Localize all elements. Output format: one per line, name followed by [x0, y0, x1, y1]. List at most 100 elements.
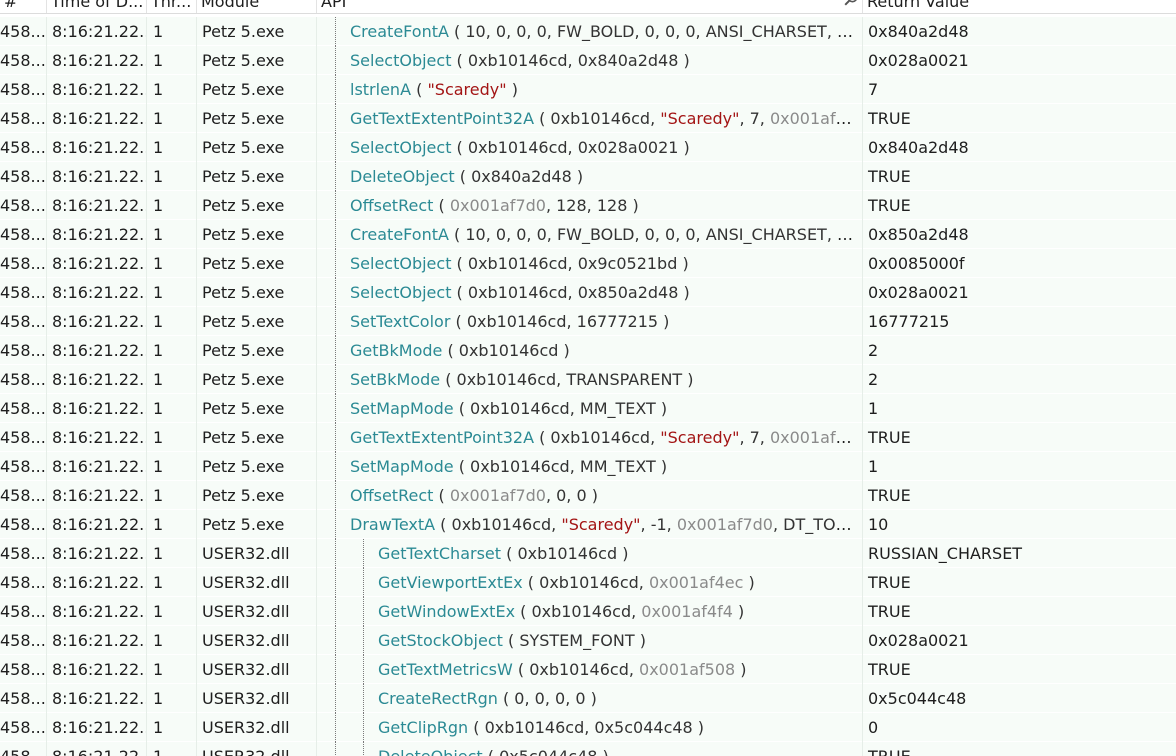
- row-number: 458...: [0, 46, 47, 75]
- column-header-thread[interactable]: Thr...: [147, 0, 197, 13]
- column-header-api[interactable]: API: [317, 0, 863, 13]
- api-call-text: DeleteObject ( 0x5c044c48 ): [378, 742, 856, 756]
- api-function-name[interactable]: GetBkMode: [350, 341, 442, 360]
- row-time: 8:16:21.22...: [47, 452, 147, 481]
- api-address-arg[interactable]: 0x001af780: [770, 428, 856, 447]
- api-function-name[interactable]: SelectObject: [350, 138, 451, 157]
- tree-guide-line: [335, 597, 337, 626]
- row-return-value: 0x028a0021: [868, 631, 969, 650]
- api-address-arg[interactable]: 0x001af7d0: [450, 486, 546, 505]
- api-function-name[interactable]: SetTextColor: [350, 312, 450, 331]
- tree-guide-line: [335, 162, 337, 191]
- api-address-arg[interactable]: 0x001af508: [639, 660, 735, 679]
- api-function-name[interactable]: SelectObject: [350, 283, 451, 302]
- api-call-text: GetTextExtentPoint32A ( 0xb10146cd, "Sca…: [350, 104, 856, 133]
- api-function-name[interactable]: GetViewportExtEx: [378, 573, 523, 592]
- table-row[interactable]: 458... 8:16:21.22... 1 Petz 5.exe SelectObje…: [0, 249, 1176, 278]
- tree-guide-line: [335, 713, 337, 742]
- table-row[interactable]: 458...8:16:21.22...1USER32.dll DeleteObje…: [0, 742, 1176, 756]
- table-row[interactable]: 458... 8:16:21.22... 1 Petz 5.exe GetTextExt…: [0, 104, 1176, 133]
- column-header-time[interactable]: Time of D...: [47, 0, 147, 13]
- tree-guide-line: [363, 742, 365, 756]
- row-number: 458...: [0, 394, 47, 423]
- table-row[interactable]: 458... 8:16:21.22... 1 USER32.dll GetTextMet…: [0, 655, 1176, 684]
- api-function-name[interactable]: OffsetRect: [350, 486, 433, 505]
- table-row[interactable]: 458... 8:16:21.22... 1 USER32.dll CreateRect…: [0, 684, 1176, 713]
- api-function-name[interactable]: GetClipRgn: [378, 718, 468, 737]
- api-function-name[interactable]: GetWindowExtEx: [378, 602, 515, 621]
- api-args: , 128, 128 ): [545, 196, 639, 215]
- api-function-name[interactable]: SetMapMode: [350, 399, 454, 418]
- table-row[interactable]: 458... 8:16:21.22... 1 Petz 5.exe OffsetRect…: [0, 191, 1176, 220]
- api-args: (: [433, 486, 450, 505]
- api-address-arg[interactable]: 0x001af7dc: [770, 109, 856, 128]
- table-row[interactable]: 458... 8:16:21.22... 1 USER32.dll GetViewpor…: [0, 568, 1176, 597]
- column-header-return-value[interactable]: Return Value: [863, 0, 1176, 13]
- row-return-value: 0x028a0021: [868, 283, 969, 302]
- row-thread: 1: [147, 568, 197, 597]
- row-api-call: OffsetRect ( 0x001af7d0, 0, 0 ): [317, 481, 863, 510]
- column-header-module[interactable]: Module: [197, 0, 317, 13]
- api-function-name[interactable]: SelectObject: [350, 51, 451, 70]
- api-function-name[interactable]: GetTextExtentPoint32A: [350, 428, 534, 447]
- api-address-arg[interactable]: 0x001af4ec: [649, 573, 743, 592]
- table-row[interactable]: 458... 8:16:21.22... 1 USER32.dll GetClipRgn…: [0, 713, 1176, 742]
- tree-guide-line: [335, 742, 337, 756]
- table-row[interactable]: 458... 8:16:21.22... 1 Petz 5.exe SetMapMode…: [0, 452, 1176, 481]
- table-row[interactable]: 458... 8:16:21.22... 1 USER32.dll GetWindowE…: [0, 597, 1176, 626]
- table-row[interactable]: 458... 8:16:21.22... 1 USER32.dll GetTextCha…: [0, 539, 1176, 568]
- row-thread: 1: [147, 655, 197, 684]
- api-address-arg[interactable]: 0x001af7d0: [677, 515, 773, 534]
- api-function-name[interactable]: DeleteObject: [350, 167, 455, 186]
- api-args: ( 0xb10146cd,: [534, 109, 661, 128]
- api-function-name[interactable]: SetBkMode: [350, 370, 440, 389]
- api-function-name[interactable]: GetStockObject: [378, 631, 503, 650]
- api-function-name[interactable]: SelectObject: [350, 254, 451, 273]
- table-row[interactable]: 458... 8:16:21.22... 1 Petz 5.exe SelectObje…: [0, 133, 1176, 162]
- api-function-name[interactable]: DrawTextA: [350, 515, 435, 534]
- api-function-name[interactable]: DeleteObject: [378, 747, 483, 756]
- table-row[interactable]: 458... 8:16:21.22... 1 Petz 5.exe lstrlenA (…: [0, 75, 1176, 104]
- tree-guide-line: [335, 365, 337, 394]
- api-function-name[interactable]: GetTextCharset: [378, 544, 501, 563]
- row-thread: 1: [147, 278, 197, 307]
- api-args: ( 0xb10146cd,: [534, 428, 661, 447]
- table-row[interactable]: 458... 8:16:21.22... 1 Petz 5.exe SetBkMode …: [0, 365, 1176, 394]
- api-function-name[interactable]: OffsetRect: [350, 196, 433, 215]
- row-time: 8:16:21.22...: [47, 278, 147, 307]
- row-number: 458...: [0, 249, 47, 278]
- row-module: Petz 5.exe: [197, 104, 317, 133]
- table-row[interactable]: 458... 8:16:21.22... 1 Petz 5.exe SelectObje…: [0, 278, 1176, 307]
- row-time: 8:16:21.22...: [47, 17, 147, 46]
- api-function-name[interactable]: CreateFontA: [350, 225, 449, 244]
- api-args: ( 0xb10146cd,: [522, 573, 649, 592]
- table-row[interactable]: 458... 8:16:21.22... 1 Petz 5.exe CreateFont…: [0, 220, 1176, 249]
- api-function-name[interactable]: GetTextExtentPoint32A: [350, 109, 534, 128]
- table-row[interactable]: 458... 8:16:21.22... 1 Petz 5.exe OffsetRect…: [0, 481, 1176, 510]
- table-row[interactable]: 458... 8:16:21.22... 1 Petz 5.exe DeleteObje…: [0, 162, 1176, 191]
- tree-guide-line: [363, 626, 365, 655]
- api-function-name[interactable]: CreateFontA: [350, 22, 449, 41]
- api-function-name[interactable]: CreateRectRgn: [378, 689, 498, 708]
- api-args: ( 10, 0, 0, 0, FW_BOLD, 0, 0, 0, ANSI_CH…: [448, 225, 856, 244]
- row-module: Petz 5.exe: [197, 452, 317, 481]
- table-row[interactable]: 458... 8:16:21.22... 1 Petz 5.exe SetMapMode…: [0, 394, 1176, 423]
- api-function-name[interactable]: GetTextMetricsW: [378, 660, 513, 679]
- search-icon[interactable]: [843, 0, 859, 7]
- api-function-name[interactable]: lstrlenA: [350, 80, 411, 99]
- tree-guide-line: [363, 539, 365, 568]
- tree-guide-line: [335, 278, 337, 307]
- api-address-arg[interactable]: 0x001af7d0: [450, 196, 546, 215]
- api-args: ( 0xb10146cd ): [501, 544, 629, 563]
- api-address-arg[interactable]: 0x001af4f4: [641, 602, 733, 621]
- table-row[interactable]: 458... 8:16:21.22... 1 Petz 5.exe GetTextExt…: [0, 423, 1176, 452]
- table-row[interactable]: 458... 8:16:21.22... 1 Petz 5.exe SelectObje…: [0, 46, 1176, 75]
- table-row[interactable]: 458... 8:16:21.22... 1 USER32.dll GetStockOb…: [0, 626, 1176, 655]
- table-row[interactable]: 458... 8:16:21.22... 1 Petz 5.exe GetBkMode …: [0, 336, 1176, 365]
- table-row[interactable]: 458... 8:16:21.22... 1 Petz 5.exe SetTextCol…: [0, 307, 1176, 336]
- column-header-number[interactable]: #: [0, 0, 47, 13]
- api-call-text: CreateRectRgn ( 0, 0, 0, 0 ): [378, 684, 856, 713]
- table-row[interactable]: 458... 8:16:21.22... 1 Petz 5.exe CreateFont…: [0, 17, 1176, 46]
- api-function-name[interactable]: SetMapMode: [350, 457, 454, 476]
- table-row[interactable]: 458... 8:16:21.22... 1 Petz 5.exe DrawTextA …: [0, 510, 1176, 539]
